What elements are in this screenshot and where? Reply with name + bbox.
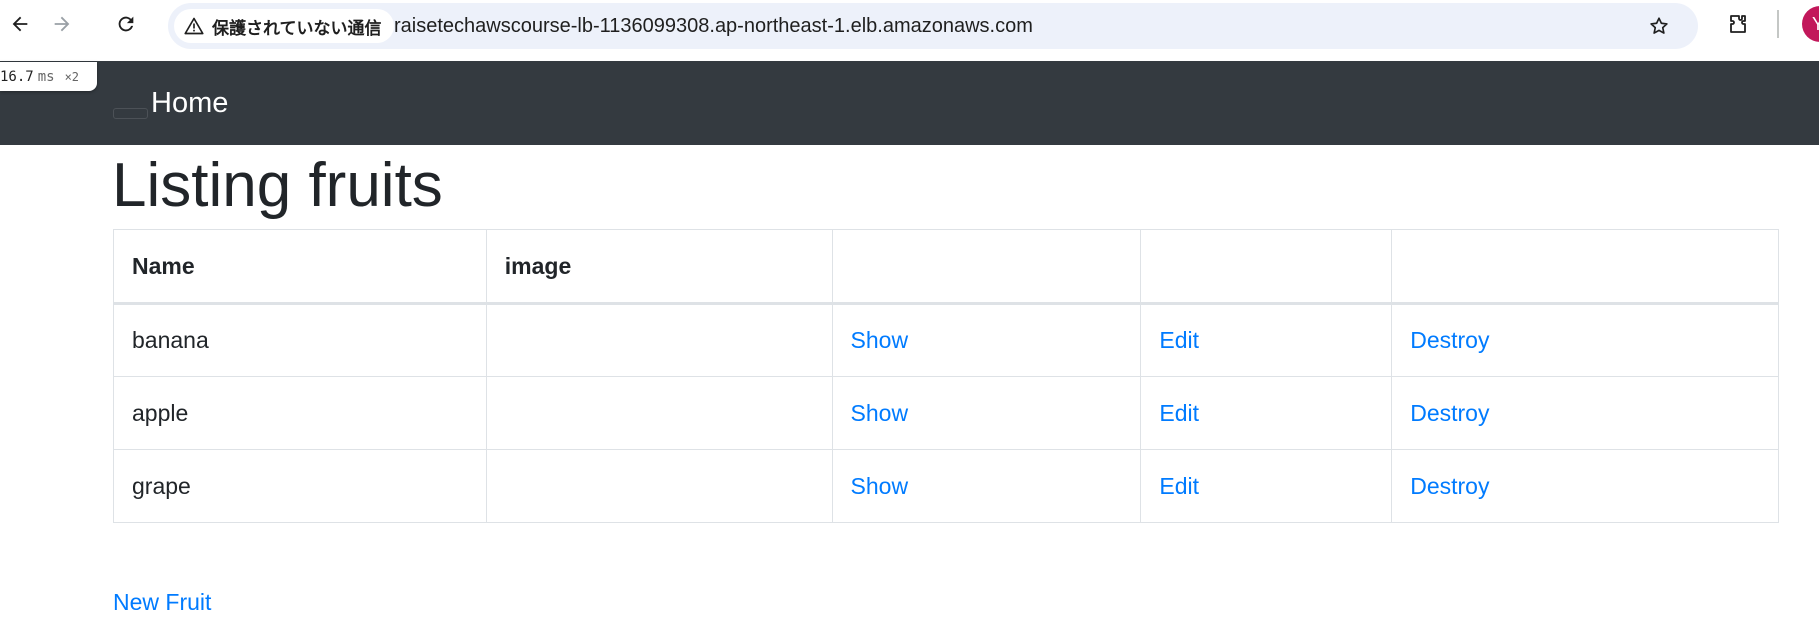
url-text[interactable]: raisetechawscourse-lb-1136099308.ap-nort… <box>394 15 1033 38</box>
reload-icon <box>118 16 134 32</box>
show-link[interactable]: Show <box>851 327 909 353</box>
fruit-name: grape <box>113 449 487 523</box>
frame-time-value: 16.7 <box>0 68 34 85</box>
profile-avatar[interactable]: Y <box>1802 6 1819 42</box>
fruit-image <box>485 303 833 377</box>
navbar-toggler[interactable] <box>113 108 148 119</box>
frame-time-badge: 16.7 ms ×2 <box>0 62 97 91</box>
show-link[interactable]: Show <box>851 400 909 426</box>
edit-link[interactable]: Edit <box>1159 473 1199 499</box>
forward-button[interactable] <box>44 6 80 42</box>
destroy-link[interactable]: Destroy <box>1410 473 1489 499</box>
security-chip[interactable]: 保護されていない通信 <box>174 9 394 43</box>
navbar: Home <box>0 61 1819 145</box>
toolbar-divider <box>1777 10 1779 38</box>
header-empty <box>831 229 1142 305</box>
fruit-image <box>485 449 833 523</box>
edit-link[interactable]: Edit <box>1159 400 1199 426</box>
destroy-link[interactable]: Destroy <box>1410 400 1489 426</box>
header-image: image <box>485 229 833 305</box>
reload-button[interactable] <box>108 6 144 42</box>
fruits-table: Name image banana Show Edit Destroy appl… <box>113 229 1779 523</box>
header-name: Name <box>113 229 487 305</box>
table-header-row: Name image <box>113 229 1779 305</box>
frame-time-multiplier: ×2 <box>64 69 80 84</box>
arrow-left-icon <box>12 16 28 32</box>
fruit-image <box>485 376 833 450</box>
arrow-right-icon <box>54 16 70 32</box>
nav-home-link[interactable]: Home <box>151 87 228 120</box>
fruit-name: apple <box>113 376 487 450</box>
fruit-name: banana <box>113 303 487 377</box>
back-button[interactable] <box>2 6 38 42</box>
puzzle-icon <box>1730 15 1746 33</box>
table-row: grape Show Edit Destroy <box>113 449 1779 523</box>
table-row: banana Show Edit Destroy <box>113 303 1779 377</box>
profile-initial: Y <box>1812 13 1819 34</box>
new-fruit-link[interactable]: New Fruit <box>113 589 211 616</box>
frame-time-unit: ms <box>37 68 55 85</box>
address-bar[interactable]: 保護されていない通信 raisetechawscourse-lb-1136099… <box>168 3 1698 49</box>
browser-toolbar: 保護されていない通信 raisetechawscourse-lb-1136099… <box>0 0 1819 61</box>
security-label: 保護されていない通信 <box>212 18 382 38</box>
header-empty <box>1140 229 1393 305</box>
header-empty <box>1391 229 1779 305</box>
bookmark-button[interactable] <box>1642 9 1676 43</box>
edit-link[interactable]: Edit <box>1159 327 1199 353</box>
star-icon <box>1650 17 1668 34</box>
table-row: apple Show Edit Destroy <box>113 376 1779 450</box>
destroy-link[interactable]: Destroy <box>1410 327 1489 353</box>
show-link[interactable]: Show <box>851 473 909 499</box>
warning-icon <box>184 17 204 35</box>
extensions-button[interactable] <box>1720 6 1756 42</box>
page-title: Listing fruits <box>112 151 443 220</box>
